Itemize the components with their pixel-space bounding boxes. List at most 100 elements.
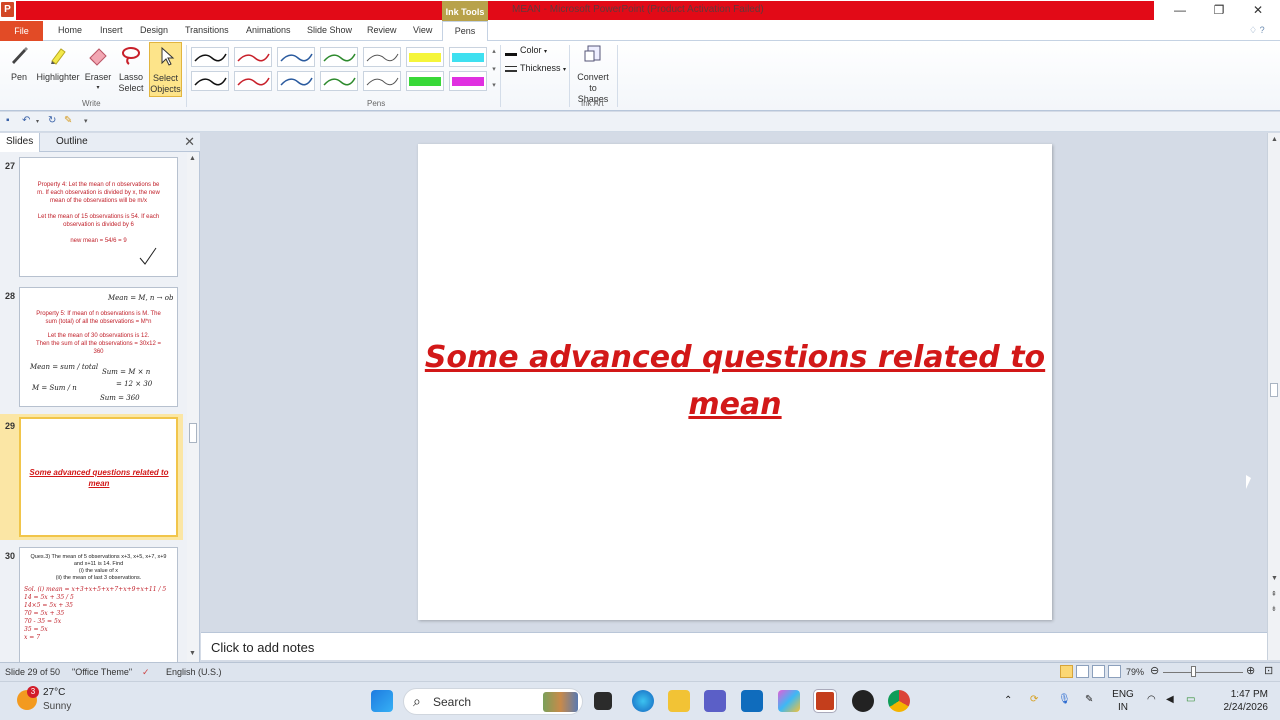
convert-to-shapes-button[interactable]: Convert to Shapes: [573, 44, 613, 105]
sync-icon[interactable]: ⟳: [1030, 693, 1038, 706]
zoom-in-icon[interactable]: ⊕: [1246, 664, 1255, 677]
scroll-thumb[interactable]: [189, 423, 197, 443]
weather-description[interactable]: Sunny: [43, 701, 71, 712]
zoom-slider-track[interactable]: [1163, 672, 1243, 673]
file-explorer-icon[interactable]: [668, 690, 690, 712]
lasso-select-button[interactable]: Lasso Select: [116, 44, 146, 94]
teams-icon[interactable]: [704, 690, 726, 712]
outlook-icon[interactable]: [741, 690, 763, 712]
reading-view-button[interactable]: [1092, 665, 1105, 678]
eraser-button[interactable]: Eraser ▾: [84, 44, 112, 94]
spellcheck-icon[interactable]: ✓: [142, 667, 150, 678]
microphone-icon[interactable]: 🎙: [1058, 693, 1071, 706]
zoom-level[interactable]: 79%: [1126, 667, 1144, 677]
pen-swatch[interactable]: [277, 47, 315, 67]
close-button[interactable]: ✕: [1248, 3, 1268, 17]
gallery-down-arrow[interactable]: ▾: [489, 65, 499, 73]
save-icon[interactable]: ▪: [6, 115, 10, 126]
slide-thumbnail-28[interactable]: Mean = M, n → ob Property 5: If mean of …: [19, 287, 178, 407]
tab-slides[interactable]: Slides: [0, 133, 41, 152]
pen-swatch[interactable]: [449, 71, 487, 91]
scroll-down-arrow[interactable]: ▼: [189, 650, 196, 657]
tab-view[interactable]: View: [413, 25, 432, 35]
slides-panel-scrollbar[interactable]: ▲ ▼: [187, 153, 199, 662]
language-switcher[interactable]: ENG IN: [1110, 688, 1136, 714]
windows-start-icon[interactable]: [371, 690, 393, 712]
obs-studio-icon[interactable]: [852, 690, 874, 712]
pen-swatch[interactable]: [234, 47, 272, 67]
powerpoint-taskbar-icon[interactable]: [814, 690, 836, 712]
scroll-up-arrow[interactable]: ▲: [189, 155, 196, 162]
tab-outline[interactable]: Outline: [50, 133, 94, 152]
taskbar-search[interactable]: ⌕ Search: [403, 688, 583, 715]
zoom-slider-knob[interactable]: [1191, 666, 1196, 677]
scroll-down-arrow[interactable]: ▼: [1271, 575, 1278, 582]
notes-placeholder[interactable]: Click to add notes: [211, 640, 314, 655]
help-icon[interactable]: ♢ ?: [1249, 25, 1265, 36]
previous-slide-icon[interactable]: ⇞: [1271, 590, 1277, 598]
tab-slide-show[interactable]: Slide Show: [307, 25, 352, 35]
undo-icon[interactable]: ↶: [22, 115, 30, 126]
next-slide-icon[interactable]: ⇟: [1271, 605, 1277, 613]
pen-swatch[interactable]: [449, 47, 487, 67]
wifi-icon[interactable]: ◠: [1147, 693, 1156, 706]
thickness-button[interactable]: Thickness ▾: [505, 63, 566, 73]
gallery-up-arrow[interactable]: ▴: [489, 47, 499, 55]
notes-pane[interactable]: Click to add notes: [201, 632, 1267, 660]
edge-browser-icon[interactable]: [632, 690, 654, 712]
tab-insert[interactable]: Insert: [100, 25, 123, 35]
color-button[interactable]: Color ▾: [505, 45, 547, 56]
scroll-thumb[interactable]: [1270, 383, 1278, 397]
pen-swatch[interactable]: [406, 71, 444, 91]
pen-tray-icon[interactable]: ✎: [1085, 693, 1093, 706]
pen-button[interactable]: Pen: [6, 44, 32, 83]
pen-swatch[interactable]: [277, 71, 315, 91]
redo-icon[interactable]: ↻: [48, 115, 56, 126]
customize-qat-icon[interactable]: ▾: [84, 117, 88, 125]
pen-swatch[interactable]: [191, 71, 229, 91]
restore-button[interactable]: ❐: [1209, 3, 1229, 17]
tab-file[interactable]: File: [0, 21, 43, 41]
weather-temperature[interactable]: 27°C: [43, 687, 65, 698]
slide-sorter-button[interactable]: [1076, 665, 1089, 678]
tab-transitions[interactable]: Transitions: [185, 25, 229, 35]
pen-swatch[interactable]: [363, 71, 401, 91]
slide-title[interactable]: Some advanced questions related to mean: [418, 334, 1052, 428]
normal-view-button[interactable]: [1060, 665, 1073, 678]
slide-thumbnail-30[interactable]: Ques.3) The mean of 5 observations x+3, …: [19, 547, 178, 665]
volume-icon[interactable]: ◀: [1166, 693, 1174, 706]
select-objects-button[interactable]: Select Objects: [149, 42, 182, 97]
pen-swatch[interactable]: [234, 71, 272, 91]
zoom-out-icon[interactable]: ⊖: [1150, 664, 1159, 677]
pen-swatch[interactable]: [320, 47, 358, 67]
powerpoint-icon[interactable]: P: [1, 2, 14, 17]
tab-animations[interactable]: Animations: [246, 25, 291, 35]
slide-thumbnail-27[interactable]: Property 4: Let the mean of n observatio…: [19, 157, 178, 277]
pen-tool-icon[interactable]: ✎: [64, 115, 72, 126]
battery-icon[interactable]: ▭: [1186, 693, 1195, 706]
tab-pens[interactable]: Pens: [442, 21, 488, 42]
scroll-up-arrow[interactable]: ▲: [1271, 136, 1278, 143]
tab-design[interactable]: Design: [140, 25, 168, 35]
minimize-button[interactable]: —: [1170, 3, 1190, 17]
language-indicator[interactable]: English (U.S.): [166, 667, 222, 677]
eraser-dropdown-arrow[interactable]: ▾: [84, 83, 112, 94]
slide-show-button[interactable]: [1108, 665, 1121, 678]
slide-editor[interactable]: Some advanced questions related to mean: [201, 133, 1267, 630]
editor-scrollbar[interactable]: ▲ ▼ ⇞ ⇟: [1267, 133, 1280, 660]
task-view-icon[interactable]: [594, 692, 612, 710]
clock[interactable]: 1:47 PM 2/24/2026: [1212, 688, 1269, 714]
current-slide[interactable]: Some advanced questions related to mean: [418, 144, 1052, 620]
highlighter-button[interactable]: Highlighter: [36, 44, 80, 83]
pen-swatch[interactable]: [320, 71, 358, 91]
close-panel-icon[interactable]: ✕: [184, 134, 195, 150]
tab-home[interactable]: Home: [58, 25, 82, 35]
undo-dropdown-icon[interactable]: ▾: [36, 118, 39, 125]
slide-thumbnail-29[interactable]: Some advanced questions related to mean: [19, 417, 178, 537]
gallery-more-arrow[interactable]: ▾: [489, 81, 499, 89]
copilot-icon[interactable]: [778, 690, 800, 712]
show-hidden-icons[interactable]: ⌃: [1004, 694, 1012, 707]
fit-to-window-icon[interactable]: ⊡: [1264, 664, 1273, 677]
pen-swatch[interactable]: [406, 47, 444, 67]
pen-swatch[interactable]: [363, 47, 401, 67]
